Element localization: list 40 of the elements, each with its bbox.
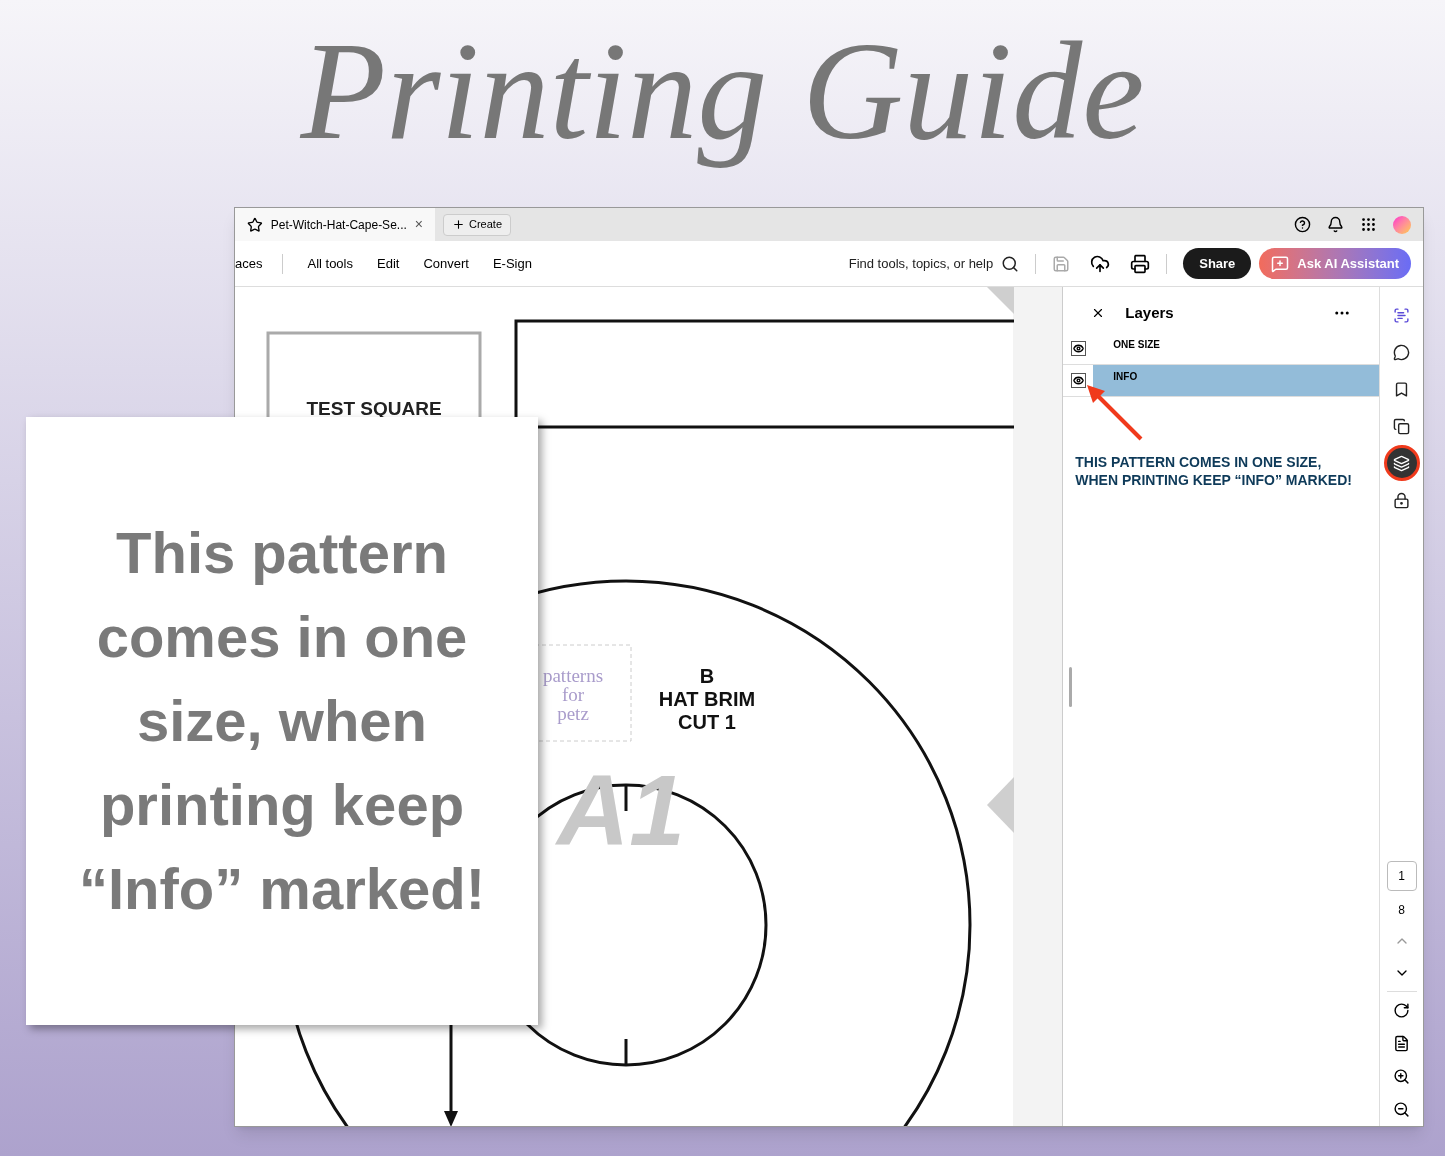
browser-tab[interactable]: Pet-Witch-Hat-Cape-Se... × (235, 208, 435, 241)
actual-size-icon[interactable] (1393, 1035, 1410, 1052)
layers-icon[interactable] (1383, 445, 1420, 481)
page-number-field[interactable]: 1 (1386, 861, 1417, 891)
share-button[interactable]: Share (1183, 248, 1252, 279)
chat-sparkle-icon (1271, 254, 1290, 273)
logo-text: patterns for petz (542, 665, 604, 724)
upload-icon[interactable] (1090, 253, 1111, 274)
tab-title: Pet-Witch-Hat-Cape-Se... (270, 216, 407, 234)
menu-item[interactable]: E-Sign (492, 253, 532, 274)
rotate-icon[interactable] (1393, 1002, 1410, 1019)
test-square-label: TEST SQUARE (306, 398, 442, 419)
menu-item[interactable]: Edit (377, 253, 400, 274)
print-icon[interactable] (1130, 253, 1151, 274)
annotation-text: THIS PATTERN COMES IN ONE SIZE, WHEN PRINTING KEEP “INFO” MARKED! (1074, 453, 1353, 489)
menu-item[interactable]: Convert (423, 253, 469, 274)
panel-resize-handle[interactable] (1069, 666, 1073, 707)
star-icon[interactable] (247, 216, 263, 233)
plus-icon (452, 218, 465, 231)
layer-row[interactable]: INFO (1093, 365, 1380, 396)
search-field[interactable]: Find tools, topics, or help (848, 253, 1020, 274)
menu-item[interactable]: aces (235, 253, 263, 274)
zoom-out-icon[interactable] (1393, 1101, 1410, 1118)
page-title: Printing Guide (298, 12, 1146, 170)
menu-item[interactable]: All tools (307, 253, 353, 274)
page-count: 8 (1398, 902, 1405, 919)
watermark-text: A1 (557, 754, 685, 866)
pattern-piece-label: B HAT BRIM CUT 1 (658, 665, 756, 733)
apps-grid-icon[interactable] (1360, 216, 1377, 233)
search-icon (1001, 254, 1020, 273)
layer-row[interactable]: ONE SIZE (1093, 333, 1380, 364)
notifications-icon[interactable] (1327, 216, 1344, 233)
create-button[interactable]: Create (443, 213, 512, 236)
help-icon[interactable] (1294, 216, 1311, 233)
callout-text: This pattern comes in one size, when printing keep “Info” marked! (77, 519, 487, 923)
tab-close-button[interactable]: × (414, 214, 423, 235)
panel-title: Layers (1125, 302, 1174, 323)
visibility-toggle[interactable] (1070, 373, 1086, 388)
zoom-in-icon[interactable] (1393, 1068, 1410, 1085)
visibility-toggle[interactable] (1070, 341, 1086, 356)
